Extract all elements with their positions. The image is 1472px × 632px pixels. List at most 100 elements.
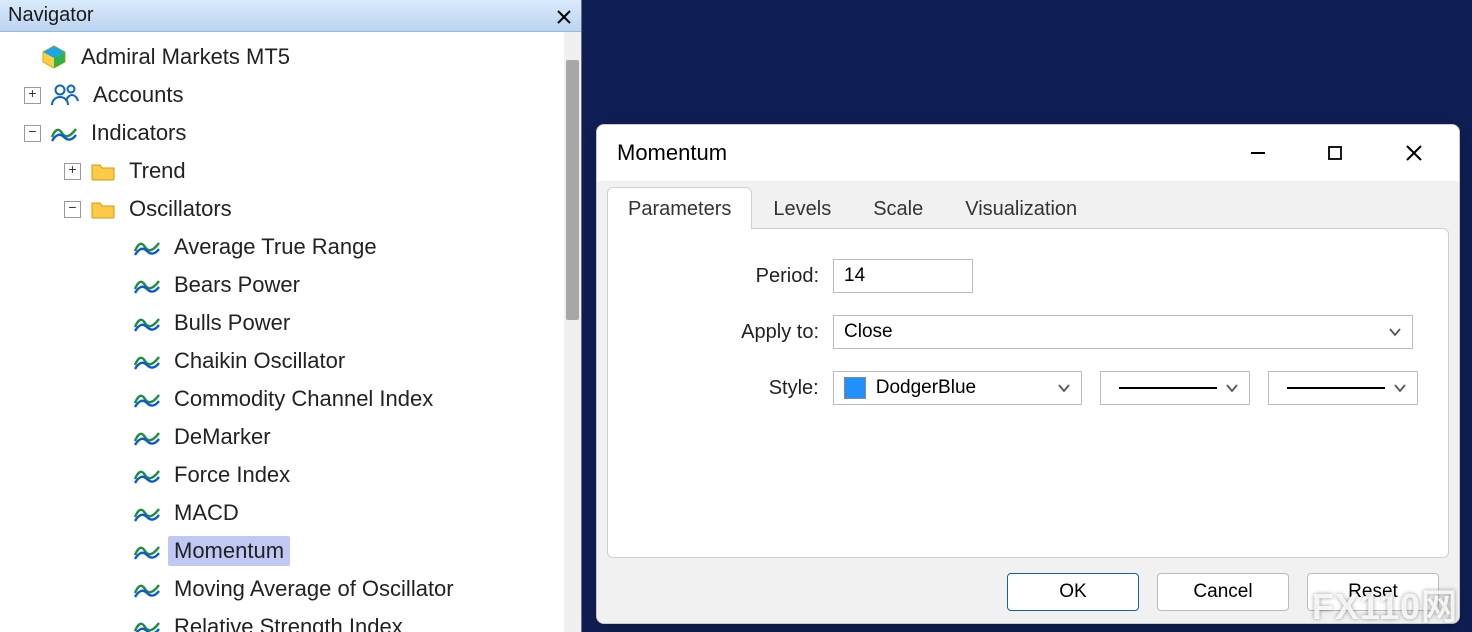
tree-item-oscillators[interactable]: − Oscillators (8, 190, 581, 228)
tab-scale[interactable]: Scale (852, 187, 944, 229)
tree-item-oscillator[interactable]: MACD (8, 494, 581, 532)
tree-item-label: MACD (168, 498, 245, 528)
tree-item-oscillator[interactable]: Chaikin Oscillator (8, 342, 581, 380)
tree-item-oscillator[interactable]: Commodity Channel Index (8, 380, 581, 418)
tree-item-label: Accounts (87, 80, 190, 110)
app-logo-icon (41, 44, 67, 70)
button-label: Reset (1348, 581, 1398, 602)
tree-item-trend[interactable]: + Trend (8, 152, 581, 190)
tab-parameters-content: Period: Apply to: Close Style: DodgerBlu… (607, 228, 1449, 558)
tab-visualization[interactable]: Visualization (944, 187, 1098, 229)
expander-indicators[interactable]: − (24, 125, 41, 142)
dialog-title: Momentum (617, 140, 727, 166)
dialog-buttons: OK Cancel Reset (1007, 573, 1439, 611)
folder-icon (91, 161, 115, 181)
tree-item-oscillator[interactable]: Average True Range (8, 228, 581, 266)
color-swatch-icon (844, 377, 866, 399)
tree-item-label: Bears Power (168, 270, 306, 300)
window-buttons (1249, 125, 1451, 181)
tab-label: Levels (773, 198, 831, 220)
tree-item-label: Oscillators (123, 194, 238, 224)
minimize-button[interactable] (1249, 144, 1295, 162)
tree-item-indicators[interactable]: − Indicators (8, 114, 581, 152)
expander-trend[interactable]: + (64, 163, 81, 180)
expander-placeholder (14, 49, 31, 66)
scrollbar-thumb[interactable] (566, 60, 579, 320)
indicator-icon (134, 351, 160, 371)
folder-open-icon (91, 199, 115, 219)
tree-item-oscillator[interactable]: Moving Average of Oscillator (8, 570, 581, 608)
chevron-down-icon (1057, 383, 1071, 393)
tree-item-label: DeMarker (168, 422, 277, 452)
style-label: Style: (638, 377, 833, 400)
style-line-pattern-select[interactable] (1100, 371, 1250, 405)
indicator-icon (134, 465, 160, 485)
navigator-scrollbar[interactable] (564, 32, 581, 632)
tree-item-oscillator[interactable]: Momentum (8, 532, 581, 570)
button-label: Cancel (1193, 581, 1252, 602)
line-sample-icon (1119, 387, 1217, 389)
tab-label: Scale (873, 198, 923, 220)
chevron-down-icon (1225, 383, 1239, 393)
line-sample-icon (1287, 387, 1385, 389)
momentum-dialog: Momentum Parameters Levels Scale Visuali… (596, 124, 1460, 624)
row-applyto: Apply to: Close (638, 315, 1418, 349)
tree-item-label: Bulls Power (168, 308, 296, 338)
navigator-close-button[interactable] (557, 4, 571, 30)
tree-root[interactable]: Admiral Markets MT5 (8, 38, 581, 76)
accounts-icon (51, 83, 79, 107)
tab-label: Visualization (965, 198, 1077, 220)
oscillators-children: Average True Range Bears Power Bulls Power… (8, 228, 581, 632)
style-color-name: DodgerBlue (876, 377, 976, 399)
tab-parameters[interactable]: Parameters (607, 187, 752, 229)
maximize-button[interactable] (1327, 145, 1373, 161)
indicator-icon (134, 503, 160, 523)
navigator-panel: Navigator Admiral Markets MT5 + (0, 0, 582, 632)
indicator-icon (134, 579, 160, 599)
style-line-width-select[interactable] (1268, 371, 1418, 405)
cancel-button[interactable]: Cancel (1157, 573, 1289, 611)
chevron-down-icon (1393, 383, 1407, 393)
indicator-icon (51, 123, 77, 143)
tree-item-label: Indicators (85, 118, 192, 148)
tree-item-oscillator[interactable]: DeMarker (8, 418, 581, 456)
expander-oscillators[interactable]: − (64, 201, 81, 218)
tab-label: Parameters (628, 198, 731, 220)
tree-item-oscillator[interactable]: Force Index (8, 456, 581, 494)
navigator-tree: Admiral Markets MT5 + Accounts − (0, 32, 581, 632)
tree-root-label: Admiral Markets MT5 (75, 42, 296, 72)
reset-button[interactable]: Reset (1307, 573, 1439, 611)
indicator-icon (134, 617, 160, 632)
row-period: Period: (638, 259, 1418, 293)
navigator-header: Navigator (0, 0, 581, 32)
indicator-icon (134, 237, 160, 257)
style-color-select[interactable]: DodgerBlue (833, 371, 1083, 405)
navigator-title: Navigator (8, 4, 94, 27)
tree-item-oscillator[interactable]: Bulls Power (8, 304, 581, 342)
tree-item-oscillator[interactable]: Bears Power (8, 266, 581, 304)
indicator-icon (134, 275, 160, 295)
period-label: Period: (638, 265, 833, 288)
indicator-icon (134, 389, 160, 409)
tree-item-oscillator[interactable]: Relative Strength Index (8, 608, 581, 632)
tree-item-label: Chaikin Oscillator (168, 346, 351, 376)
button-label: OK (1059, 581, 1086, 602)
indicator-icon (134, 313, 160, 333)
period-input[interactable] (833, 259, 973, 293)
row-style: Style: DodgerBlue (638, 371, 1418, 405)
dialog-titlebar[interactable]: Momentum (597, 125, 1459, 181)
tree-item-label: Average True Range (168, 232, 383, 262)
applyto-select[interactable]: Close (833, 315, 1413, 349)
tree-item-accounts[interactable]: + Accounts (8, 76, 581, 114)
chevron-down-icon (1388, 327, 1402, 337)
tab-levels[interactable]: Levels (752, 187, 852, 229)
tree-item-label: Relative Strength Index (168, 612, 409, 632)
ok-button[interactable]: OK (1007, 573, 1139, 611)
close-button[interactable] (1405, 144, 1451, 162)
applyto-value: Close (844, 321, 893, 343)
expander-accounts[interactable]: + (24, 87, 41, 104)
tree-item-label: Commodity Channel Index (168, 384, 439, 414)
dialog-body: Parameters Levels Scale Visualization Pe… (597, 181, 1459, 623)
applyto-label: Apply to: (638, 321, 833, 344)
dialog-tabs: Parameters Levels Scale Visualization (607, 181, 1449, 229)
